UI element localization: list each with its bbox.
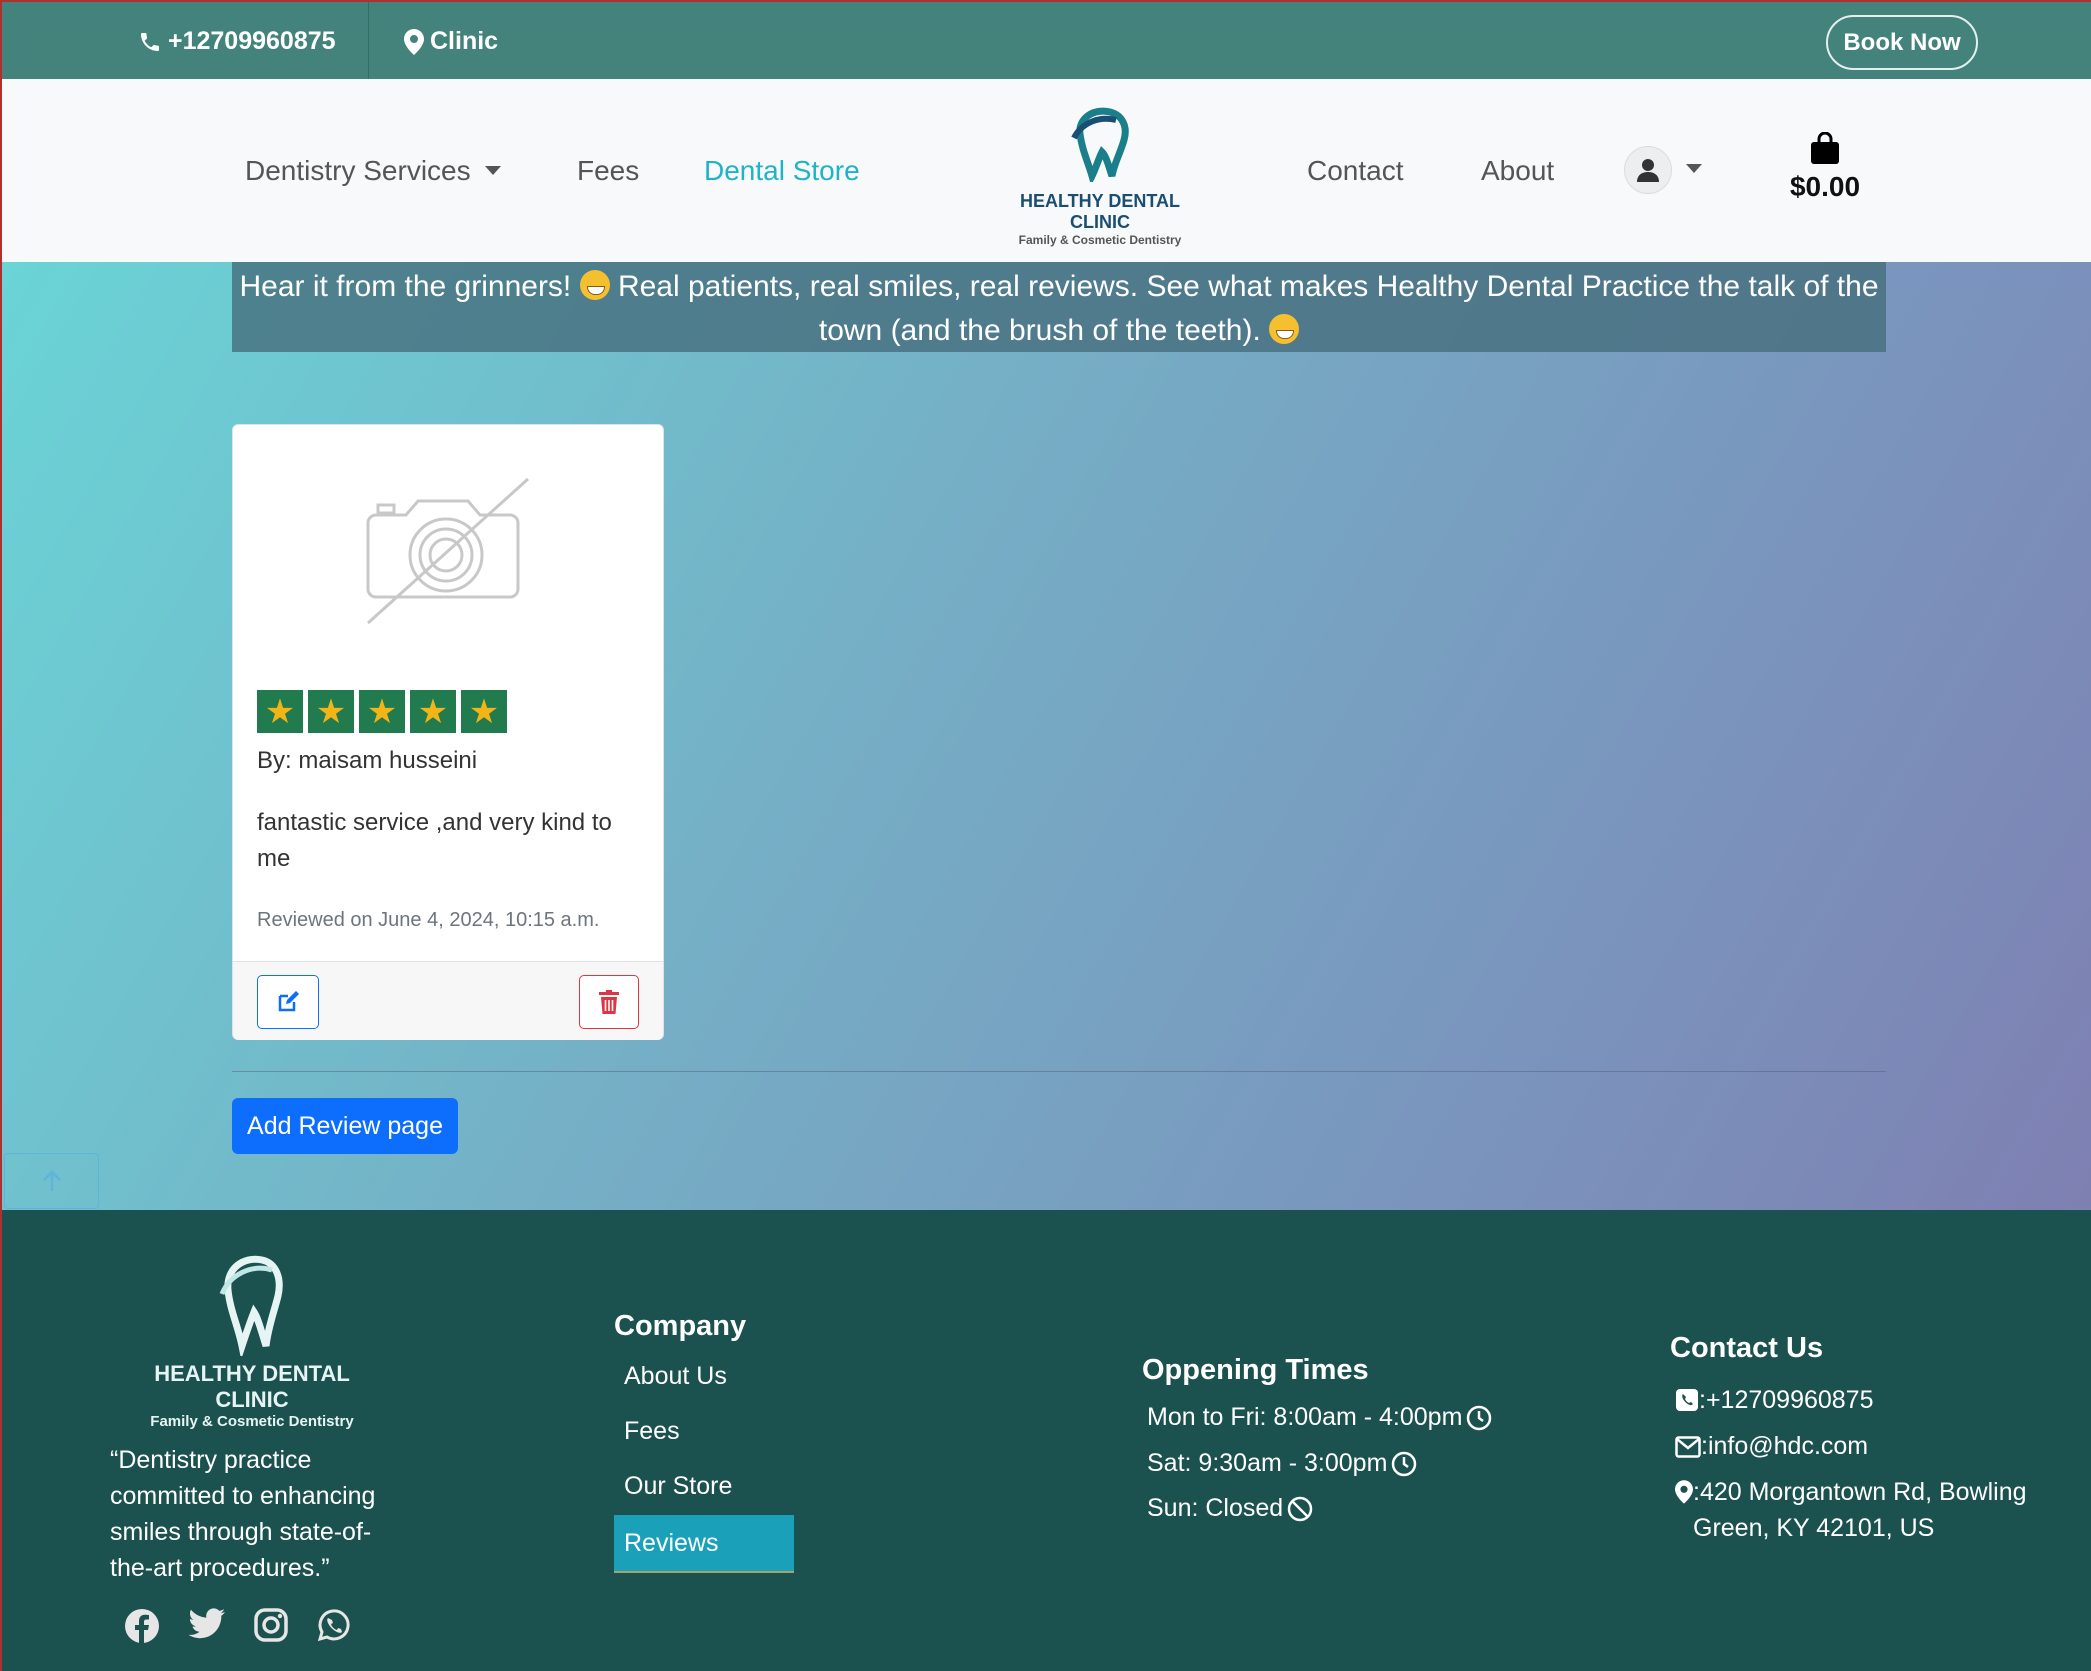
user-menu-button[interactable] bbox=[1624, 146, 1672, 194]
whatsapp-icon[interactable] bbox=[316, 1608, 350, 1642]
shopping-bag-icon bbox=[1811, 131, 1839, 164]
hours-saturday: Sat: 9:30am - 3:00pm bbox=[1147, 1449, 1417, 1478]
footer-logo[interactable]: HEALTHY DENTAL CLINIC Family & Cosmetic … bbox=[142, 1250, 362, 1430]
tooth-logo-icon bbox=[1071, 107, 1129, 186]
footer-link-about-us[interactable]: About Us bbox=[624, 1362, 727, 1391]
trash-icon bbox=[599, 990, 619, 1014]
edit-icon bbox=[278, 991, 299, 1012]
nav-contact[interactable]: Contact bbox=[1307, 79, 1404, 262]
delete-review-button[interactable] bbox=[579, 975, 639, 1029]
star-rating: ★ ★ ★ ★ ★ bbox=[257, 690, 507, 733]
hours-saturday-text: Sat: 9:30am - 3:00pm bbox=[1147, 1449, 1388, 1477]
logo-subtitle: Family & Cosmetic Dentistry bbox=[1018, 233, 1182, 247]
nav-about[interactable]: About bbox=[1481, 79, 1554, 262]
review-author: By: maisam husseini bbox=[257, 747, 478, 774]
footer-logo-title: HEALTHY DENTAL CLINIC bbox=[154, 1361, 350, 1412]
facebook-icon[interactable] bbox=[124, 1608, 160, 1644]
topbar-divider bbox=[368, 2, 369, 81]
review-image-placeholder bbox=[233, 425, 663, 675]
footer-contact-address-text: :420 Morgantown Rd, Bowling Green, KY 42… bbox=[1693, 1478, 2027, 1542]
user-icon bbox=[1637, 159, 1659, 182]
topbar-phone-text: +12709960875 bbox=[168, 27, 336, 55]
winking-emoji-icon bbox=[1269, 314, 1300, 344]
hours-weekdays-text: Mon to Fri: 8:00am - 4:00pm bbox=[1147, 1403, 1463, 1431]
phone-square-icon bbox=[1676, 1389, 1698, 1411]
book-now-button[interactable]: Book Now bbox=[1826, 15, 1978, 70]
star-icon: ★ bbox=[410, 690, 456, 733]
star-icon: ★ bbox=[308, 690, 354, 733]
cart-total: $0.00 bbox=[1789, 171, 1861, 202]
nav-fees[interactable]: Fees bbox=[577, 79, 639, 262]
banner-text-part2: Real patients, real smiles, real reviews… bbox=[609, 270, 1879, 347]
nav-dentistry-services[interactable]: Dentistry Services bbox=[245, 79, 501, 262]
instagram-icon[interactable] bbox=[254, 1608, 288, 1642]
phone-icon bbox=[141, 32, 159, 51]
section-divider bbox=[232, 1071, 1886, 1072]
star-icon: ★ bbox=[359, 690, 405, 733]
clock-icon bbox=[1392, 1451, 1417, 1476]
review-card: ★ ★ ★ ★ ★ By: maisam husseini fantastic … bbox=[232, 424, 664, 1040]
footer-link-reviews[interactable]: Reviews bbox=[614, 1515, 794, 1573]
footer-link-fees[interactable]: Fees bbox=[624, 1417, 680, 1446]
footer-contact-email[interactable]: :info@hdc.com bbox=[1675, 1428, 1868, 1464]
edit-review-button[interactable] bbox=[257, 975, 319, 1029]
footer-quote: “Dentistry practice committed to enhanci… bbox=[110, 1446, 376, 1582]
star-icon: ★ bbox=[461, 690, 507, 733]
envelope-icon bbox=[1675, 1436, 1701, 1458]
topbar-location[interactable]: Clinic bbox=[404, 2, 498, 81]
map-pin-icon bbox=[1675, 1480, 1693, 1504]
nav-dentistry-services-label: Dentistry Services bbox=[245, 154, 471, 186]
footer-contact-phone[interactable]: :+12709960875 bbox=[1675, 1382, 1874, 1418]
add-review-page-button[interactable]: Add Review page bbox=[232, 1098, 458, 1154]
shopping-cart[interactable]: $0.00 bbox=[1760, 131, 1890, 203]
footer-logo-subtitle: Family & Cosmetic Dentistry bbox=[150, 1413, 354, 1430]
arrow-up-icon bbox=[42, 1170, 61, 1191]
hours-weekdays: Mon to Fri: 8:00am - 4:00pm bbox=[1147, 1403, 1492, 1432]
review-text: fantastic service ,and very kind to me bbox=[257, 809, 612, 872]
topbar-phone[interactable]: +12709960875 bbox=[138, 2, 336, 81]
no-image-camera-icon bbox=[366, 477, 530, 625]
nav-dental-store[interactable]: Dental Store bbox=[704, 79, 860, 262]
twitter-icon[interactable] bbox=[188, 1608, 226, 1640]
footer-hours-title: Oppening Times bbox=[1142, 1354, 1369, 1386]
footer-company-title: Company bbox=[614, 1310, 747, 1342]
social-links bbox=[124, 1608, 350, 1644]
user-menu-caret-icon[interactable] bbox=[1686, 164, 1702, 173]
chevron-down-icon bbox=[484, 166, 501, 175]
clock-icon bbox=[1467, 1405, 1492, 1430]
topbar-location-text: Clinic bbox=[430, 27, 499, 55]
clinic-logo[interactable]: HEALTHY DENTAL CLINIC Family & Cosmetic … bbox=[990, 104, 1210, 247]
footer-contact-title: Contact Us bbox=[1670, 1332, 1824, 1364]
footer-link-our-store[interactable]: Our Store bbox=[624, 1472, 732, 1501]
hours-sunday-text: Sun: Closed bbox=[1147, 1494, 1284, 1522]
hours-sunday: Sun: Closed bbox=[1147, 1494, 1313, 1523]
star-icon: ★ bbox=[257, 690, 303, 733]
review-date: Reviewed on June 4, 2024, 10:15 a.m. bbox=[257, 909, 600, 931]
banner-text-part1: Hear it from the grinners! bbox=[239, 270, 580, 303]
site-footer: HEALTHY DENTAL CLINIC Family & Cosmetic … bbox=[0, 1210, 2091, 1671]
top-bar: +12709960875 Clinic Book Now bbox=[0, 0, 2091, 81]
review-card-footer bbox=[233, 961, 663, 1040]
footer-contact-email-text: :info@hdc.com bbox=[1701, 1432, 1869, 1460]
map-pin-icon bbox=[404, 28, 424, 55]
tooth-logo-icon bbox=[219, 1255, 283, 1360]
ban-icon bbox=[1287, 1496, 1313, 1521]
reviews-banner: Hear it from the grinners! Real patients… bbox=[232, 262, 1886, 352]
footer-contact-address[interactable]: :420 Morgantown Rd, Bowling Green, KY 42… bbox=[1675, 1474, 2055, 1546]
scroll-to-top-button[interactable] bbox=[4, 1153, 99, 1209]
grinning-emoji-icon bbox=[579, 270, 610, 300]
reviews-section: Hear it from the grinners! Real patients… bbox=[0, 262, 2091, 1210]
logo-title: HEALTHY DENTAL CLINIC bbox=[1020, 191, 1180, 232]
footer-contact-phone-text: :+12709960875 bbox=[1699, 1386, 1874, 1414]
